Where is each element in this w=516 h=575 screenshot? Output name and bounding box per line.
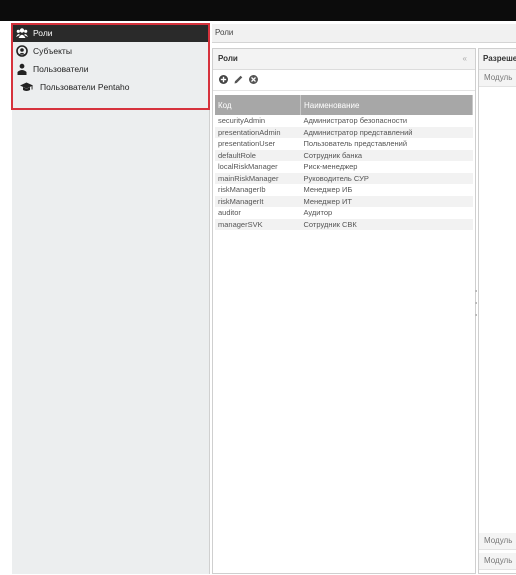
sidebar-item-pentaho-users[interactable]: Пользователи Pentaho <box>12 78 209 96</box>
table-row[interactable]: defaultRole Сотрудник банка <box>215 149 473 161</box>
table-row[interactable]: managerSVK Сотрудник СВК <box>215 218 473 230</box>
sidebar-item-subjects[interactable]: Субъекты <box>12 42 209 60</box>
sidebar-nav: Роли Субъекты Пользователи Пользователи … <box>12 24 210 574</box>
permissions-panel: Разреше Модуль Модуль Модуль <box>478 48 516 574</box>
cell-name: Пользователь представлений <box>303 139 408 149</box>
user-circle-icon <box>16 45 28 57</box>
sidebar-item-roles[interactable]: Роли <box>12 24 209 42</box>
table-row[interactable]: localRiskManager Риск-менеджер <box>215 161 473 173</box>
cell-name: Администратор безопасности <box>303 116 408 126</box>
table-row[interactable]: riskManagerIt Менеджер ИТ <box>215 195 473 207</box>
sidebar-item-label: Субъекты <box>33 46 72 56</box>
panel-title: Роли <box>218 54 238 63</box>
cell-code: presentationAdmin <box>215 126 301 138</box>
table-row[interactable]: riskManagerIb Менеджер ИБ <box>215 184 473 196</box>
sidebar-item-label: Пользователи <box>33 64 89 74</box>
edit-button[interactable] <box>233 74 244 85</box>
cell-code: localRiskManager <box>218 162 278 172</box>
table-row[interactable]: presentationAdmin Администратор представл… <box>215 126 473 138</box>
cell-code: mainRiskManager <box>215 172 301 184</box>
top-bar <box>0 0 516 21</box>
permissions-column-header[interactable]: Модуль <box>479 70 516 87</box>
delete-icon <box>249 75 258 84</box>
permissions-footer-cell[interactable]: Модуль <box>479 553 516 570</box>
cell-code: auditor <box>218 208 241 218</box>
edit-icon <box>234 75 243 84</box>
collapse-button[interactable]: « <box>463 49 467 69</box>
cell-name: Аудитор <box>303 208 333 218</box>
table-row[interactable]: mainRiskManager Руководитель СУР <box>215 172 473 184</box>
users-group-icon <box>16 27 28 39</box>
add-icon <box>219 75 228 84</box>
cell-name: Сотрудник банка <box>300 149 473 161</box>
cell-name: Риск-менеджер <box>303 162 358 172</box>
cell-code: defaultRole <box>215 149 301 161</box>
cell-code: presentationUser <box>218 139 276 149</box>
cell-code: riskManagerIt <box>215 195 301 207</box>
roles-table: Код Наименование securityAdmin Администра… <box>215 95 473 230</box>
panel-header: Роли « <box>213 49 475 70</box>
table-row[interactable]: securityAdmin Администратор безопасности <box>215 115 473 127</box>
column-header-name[interactable]: Наименование <box>300 95 473 115</box>
breadcrumb: Роли <box>212 24 516 43</box>
permissions-footer-cell[interactable]: Модуль <box>479 533 516 550</box>
sidebar-item-label: Роли <box>33 28 53 38</box>
add-button[interactable] <box>218 74 229 85</box>
graduation-cap-icon <box>20 81 33 93</box>
cell-code: riskManagerIb <box>218 185 266 195</box>
cell-code: managerSVK <box>215 218 301 230</box>
cell-code: securityAdmin <box>218 116 266 126</box>
permissions-panel-title: Разреше <box>479 49 516 70</box>
sidebar-item-users[interactable]: Пользователи <box>12 60 209 78</box>
sidebar-item-label: Пользователи Pentaho <box>40 82 130 92</box>
cell-name: Менеджер ИТ <box>300 195 473 207</box>
cell-name: Менеджер ИБ <box>303 185 353 195</box>
delete-button[interactable] <box>248 74 259 85</box>
table-row[interactable]: presentationUser Пользователь представлен… <box>215 138 473 150</box>
cell-name: Руководитель СУР <box>300 172 473 184</box>
roles-panel: Роли « Код Наименование securityAdmin Адм… <box>212 48 476 574</box>
column-header-code[interactable]: Код <box>215 95 301 115</box>
roles-toolbar <box>213 70 475 91</box>
cell-name: Администратор представлений <box>300 126 473 138</box>
cell-name: Сотрудник СВК <box>300 218 473 230</box>
panel-splitter[interactable] <box>474 290 477 360</box>
user-icon <box>16 63 28 75</box>
table-header-row: Код Наименование <box>215 95 473 115</box>
table-row[interactable]: auditor Аудитор <box>215 207 473 219</box>
